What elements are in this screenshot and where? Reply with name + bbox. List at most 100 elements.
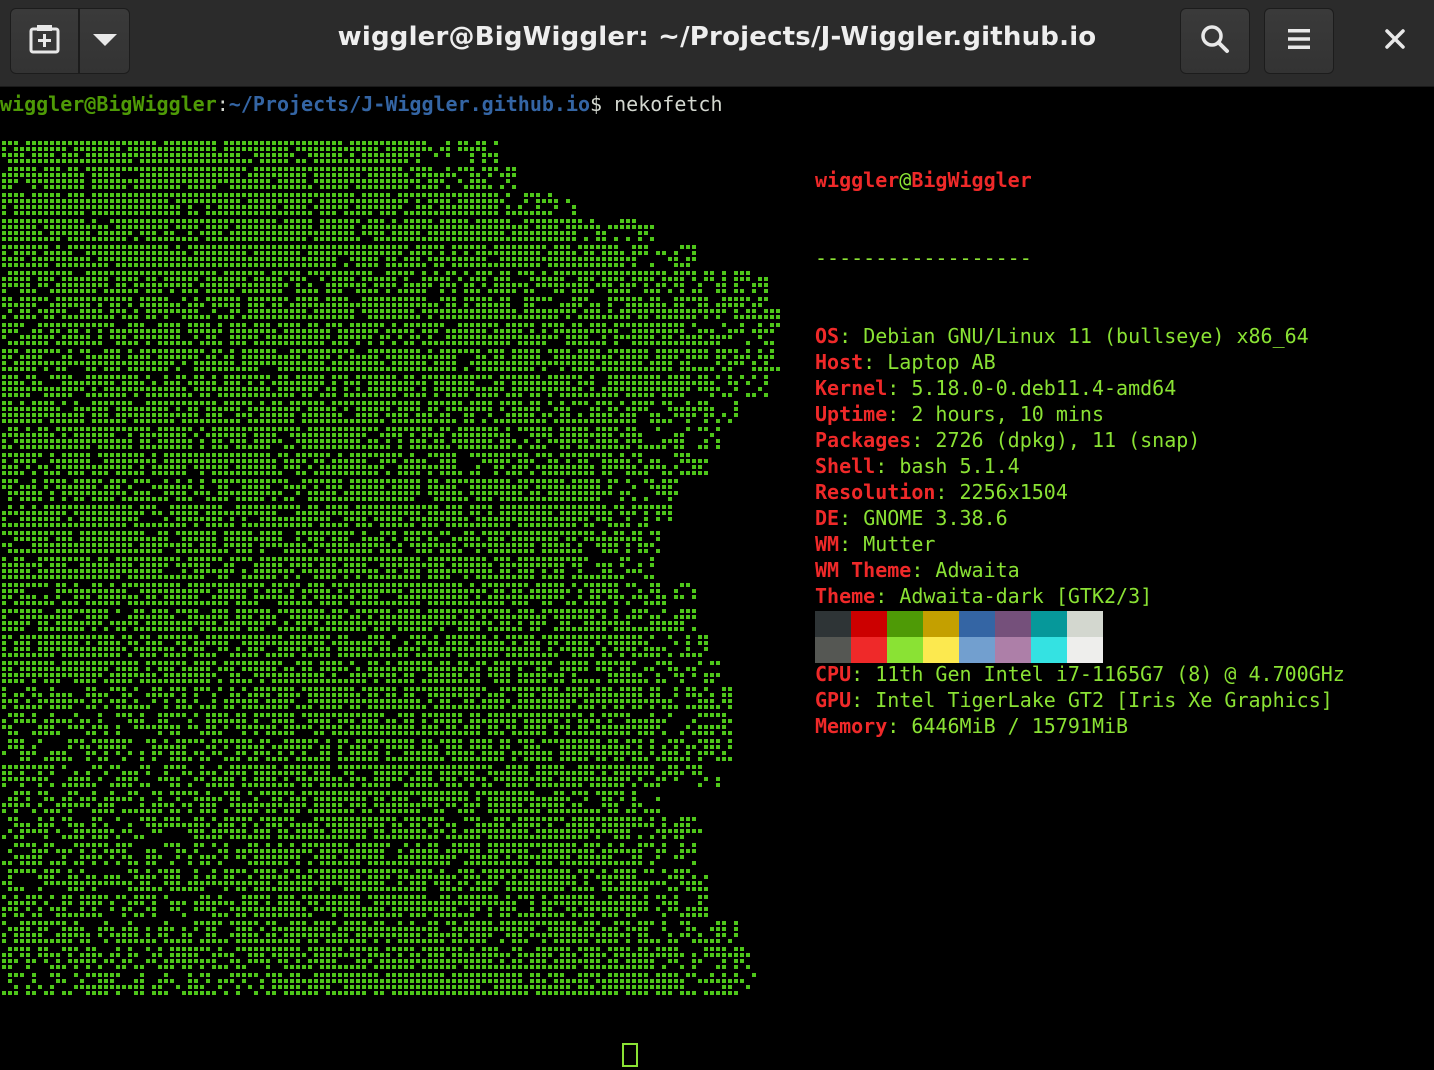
info-key: Resolution <box>815 480 936 504</box>
info-value: Laptop AB <box>887 350 996 374</box>
info-colon: : <box>839 532 864 556</box>
info-value: bash 5.1.4 <box>899 454 1020 478</box>
info-field-theme: Theme: Adwaita-dark [GTK2/3] <box>815 583 1345 609</box>
info-value: Debian GNU/Linux 11 (bullseye) x86_64 <box>863 324 1309 348</box>
new-tab-icon <box>28 22 62 60</box>
info-key: CPU <box>815 662 852 686</box>
command-text: nekofetch <box>614 92 723 116</box>
info-fields: OS: Debian GNU/Linux 11 (bullseye) x86_6… <box>815 323 1345 739</box>
normal-swatch-6 <box>1031 611 1067 637</box>
normal-swatch-1 <box>851 611 887 637</box>
bright-swatch-1 <box>851 637 887 663</box>
user-host-line: wiggler@BigWiggler <box>815 167 1345 193</box>
info-at: @ <box>899 168 912 192</box>
info-value: 2256x1504 <box>959 480 1068 504</box>
info-key: DE <box>815 506 840 530</box>
prompt-dollar: $ <box>590 92 615 116</box>
info-key: Uptime <box>815 402 888 426</box>
palette-row-normal <box>815 611 1103 637</box>
info-field-host: Host: Laptop AB <box>815 349 1345 375</box>
info-key: Memory <box>815 714 888 738</box>
info-key: OS <box>815 324 840 348</box>
info-separator: ------------------ <box>815 246 1032 270</box>
info-colon: : <box>863 350 888 374</box>
info-value: 6446MiB / 15791MiB <box>911 714 1129 738</box>
info-field-packages: Packages: 2726 (dpkg), 11 (snap) <box>815 427 1345 453</box>
info-colon: : <box>911 558 936 582</box>
info-field-cpu: CPU: 11th Gen Intel i7-1165G7 (8) @ 4.70… <box>815 661 1345 687</box>
info-field-resolution: Resolution: 2256x1504 <box>815 479 1345 505</box>
info-field-de: DE: GNOME 3.38.6 <box>815 505 1345 531</box>
info-colon: : <box>839 324 864 348</box>
prompt-colon: : <box>216 92 229 116</box>
bright-swatch-3 <box>923 637 959 663</box>
info-key: Packages <box>815 428 912 452</box>
info-value: Adwaita <box>935 558 1020 582</box>
terminal-area[interactable]: wiggler@BigWiggler:~/Projects/J-Wiggler.… <box>0 87 1434 1067</box>
info-field-memory: Memory: 6446MiB / 15791MiB <box>815 713 1345 739</box>
info-colon: : <box>911 428 936 452</box>
info-colon: : <box>935 480 960 504</box>
search-icon <box>1200 24 1230 58</box>
info-colon: : <box>851 688 876 712</box>
palette-row-bright <box>815 637 1103 663</box>
ascii-art-pattern <box>2 141 780 995</box>
new-tab-menu-button[interactable] <box>79 8 130 74</box>
normal-swatch-2 <box>887 611 923 637</box>
info-field-wm: WM: Mutter <box>815 531 1345 557</box>
info-host: BigWiggler <box>911 168 1032 192</box>
info-key: Theme <box>815 584 876 608</box>
close-icon <box>1384 28 1406 54</box>
info-key: Host <box>815 350 864 374</box>
ascii-art-logo <box>2 141 780 995</box>
info-colon: : <box>875 584 900 608</box>
color-palette <box>815 611 1103 663</box>
hamburger-menu-icon <box>1287 27 1311 55</box>
bright-swatch-2 <box>887 637 923 663</box>
info-field-kernel: Kernel: 5.18.0-0.deb11.4-amd64 <box>815 375 1345 401</box>
info-value: GNOME 3.38.6 <box>863 506 1008 530</box>
info-value: 2726 (dpkg), 11 (snap) <box>935 428 1201 452</box>
normal-swatch-0 <box>815 611 851 637</box>
bright-swatch-5 <box>995 637 1031 663</box>
terminal-cursor <box>622 1043 638 1067</box>
window-title: wiggler@BigWiggler: ~/Projects/J-Wiggler… <box>337 22 1097 52</box>
info-field-os: OS: Debian GNU/Linux 11 (bullseye) x86_6… <box>815 323 1345 349</box>
bright-swatch-4 <box>959 637 995 663</box>
new-tab-button[interactable] <box>10 8 79 74</box>
prompt-line-new <box>0 1043 638 1070</box>
bright-swatch-6 <box>1031 637 1067 663</box>
info-value: 5.18.0-0.deb11.4-amd64 <box>911 376 1177 400</box>
command-line: wiggler@BigWiggler:~/Projects/J-Wiggler.… <box>0 91 723 117</box>
info-value: 2 hours, 10 mins <box>911 402 1104 426</box>
info-field-shell: Shell: bash 5.1.4 <box>815 453 1345 479</box>
info-colon: : <box>875 454 900 478</box>
info-colon: : <box>887 714 912 738</box>
menu-button[interactable] <box>1264 8 1334 74</box>
system-info: wiggler@BigWiggler ------------------ OS… <box>815 115 1345 791</box>
info-value: Adwaita-dark [GTK2/3] <box>899 584 1153 608</box>
normal-swatch-4 <box>959 611 995 637</box>
info-key: Kernel <box>815 376 888 400</box>
search-button[interactable] <box>1180 8 1250 74</box>
info-key: GPU <box>815 688 852 712</box>
normal-swatch-5 <box>995 611 1031 637</box>
info-value: Intel TigerLake GT2 [Iris Xe Graphics] <box>875 688 1333 712</box>
info-colon: : <box>887 402 912 426</box>
info-user: wiggler <box>815 168 900 192</box>
normal-swatch-3 <box>923 611 959 637</box>
close-button[interactable] <box>1362 8 1428 74</box>
info-colon: : <box>851 662 876 686</box>
info-key: WM <box>815 532 840 556</box>
info-colon: : <box>887 376 912 400</box>
bright-swatch-7 <box>1067 637 1103 663</box>
header-bar: wiggler@BigWiggler: ~/Projects/J-Wiggler… <box>0 0 1434 87</box>
info-key: Shell <box>815 454 876 478</box>
prompt-user: wiggler@BigWiggler <box>0 92 217 116</box>
normal-swatch-7 <box>1067 611 1103 637</box>
info-colon: : <box>839 506 864 530</box>
bright-swatch-0 <box>815 637 851 663</box>
prompt-path: ~/Projects/J-Wiggler.github.io <box>228 92 591 116</box>
info-value: 11th Gen Intel i7-1165G7 (8) @ 4.700GHz <box>875 662 1345 686</box>
info-field-wm-theme: WM Theme: Adwaita <box>815 557 1345 583</box>
